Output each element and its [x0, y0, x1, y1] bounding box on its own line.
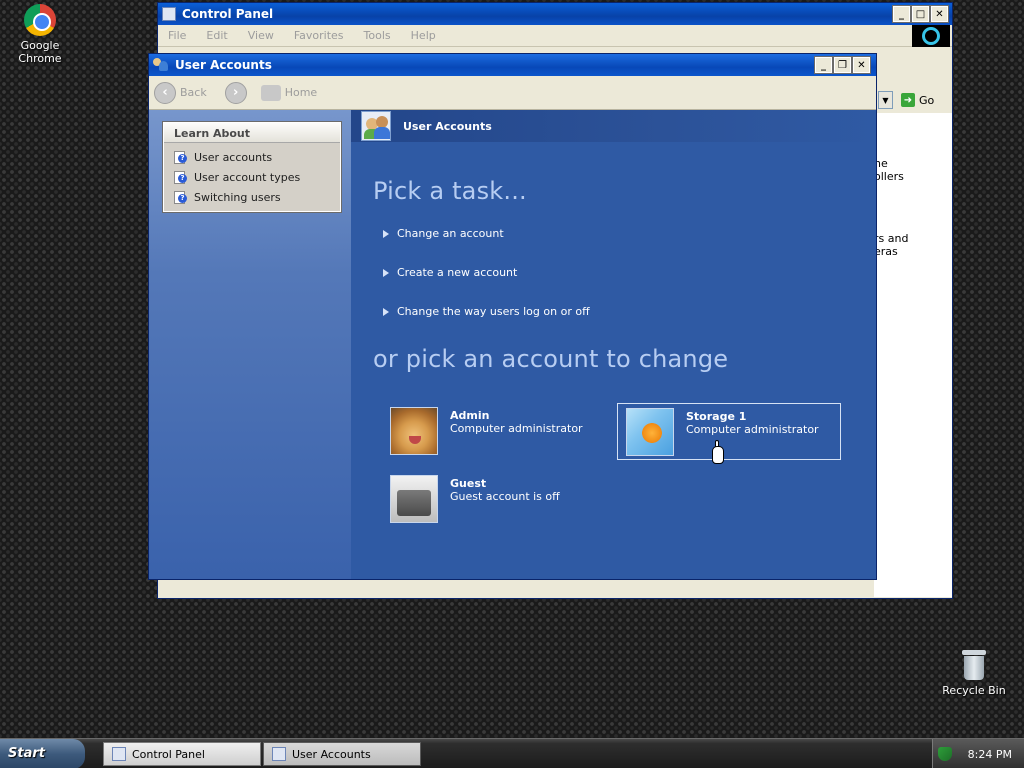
side-panel: Learn About User accounts User account t… [149, 110, 351, 579]
minimize-button[interactable]: _ [814, 56, 833, 74]
start-label: Start [8, 746, 45, 761]
help-topic-icon [174, 150, 187, 164]
category-fragment[interactable]: rs and [874, 232, 908, 245]
back-arrow-icon[interactable]: ‹ [154, 81, 176, 104]
menu-help[interactable]: Help [401, 29, 446, 42]
user-accounts-titlebar[interactable]: User Accounts _ ❐ ✕ [149, 54, 876, 76]
system-tray: 8:24 PM [932, 739, 1024, 768]
minimize-button[interactable]: _ [892, 5, 911, 23]
control-panel-titlebar[interactable]: Control Panel _ □ ✕ [158, 3, 952, 25]
user-accounts-icon [153, 58, 169, 72]
arrow-right-icon [383, 268, 389, 277]
control-panel-content: ne ollers rs and eras [874, 113, 952, 597]
address-dropdown-button[interactable]: ▼ [878, 91, 893, 109]
menu-edit[interactable]: Edit [196, 29, 237, 42]
account-tile-admin[interactable]: Admin Computer administrator [382, 403, 606, 460]
account-role: Computer administrator [686, 423, 819, 436]
desktop-icon-label: Recycle Bin [942, 684, 1006, 697]
go-arrow-icon: ➜ [901, 93, 915, 107]
menu-file[interactable]: File [158, 29, 196, 42]
learn-item-label: Switching users [194, 190, 281, 204]
desktop-icon-google-chrome[interactable]: Google Chrome [0, 4, 80, 65]
task-change-account[interactable]: Change an account [383, 227, 504, 240]
menu-tools[interactable]: Tools [354, 29, 401, 42]
window-title: Control Panel [182, 7, 274, 21]
go-button[interactable]: ➜ Go [901, 93, 934, 107]
main-heading: User Accounts [403, 119, 492, 133]
clock[interactable]: 8:24 PM [968, 748, 1012, 761]
account-picture-briefcase [390, 475, 438, 523]
learn-item-user-account-types[interactable]: User account types [164, 167, 340, 187]
close-button[interactable]: ✕ [930, 5, 949, 23]
window-controls: _ □ ✕ [892, 5, 949, 23]
forward-arrow-icon[interactable]: › [224, 81, 247, 104]
taskbar-button-control-panel[interactable]: Control Panel [103, 742, 261, 766]
learn-item-user-accounts[interactable]: User accounts [164, 147, 340, 167]
menu-view[interactable]: View [238, 29, 284, 42]
account-picture-fish [626, 408, 674, 456]
desktop-icon-label: Google Chrome [18, 39, 62, 65]
window-controls: _ ❐ ✕ [814, 56, 871, 74]
address-bar-controls: ▼ ➜ Go [878, 91, 934, 109]
help-topic-icon [174, 190, 187, 204]
go-label: Go [919, 93, 935, 107]
learn-item-label: User accounts [194, 150, 273, 164]
account-role: Computer administrator [450, 422, 583, 435]
taskbar-button-label: User Accounts [292, 747, 371, 761]
task-label: Change an account [397, 227, 504, 240]
security-shield-icon[interactable] [937, 747, 952, 761]
task-change-logon[interactable]: Change the way users log on or off [383, 305, 590, 318]
control-panel-icon [162, 7, 176, 21]
account-role: Guest account is off [450, 490, 560, 503]
account-name: Storage 1 [686, 410, 747, 423]
arrow-right-icon [383, 229, 389, 238]
main-panel: User Accounts Pick a task... Change an a… [351, 110, 876, 579]
learn-item-switching-users[interactable]: Switching users [164, 187, 340, 207]
recycle-bin-icon [962, 650, 986, 680]
pick-task-title: Pick a task... [373, 177, 527, 205]
learn-about-box: Learn About User accounts User account t… [162, 121, 342, 213]
task-label: Change the way users log on or off [397, 305, 590, 318]
account-tile-guest[interactable]: Guest Guest account is off [382, 471, 606, 528]
user-accounts-window: User Accounts _ ❐ ✕ ‹ Back › Home Learn … [148, 53, 877, 580]
windows-logo [912, 25, 950, 47]
navigation-bar: ‹ Back › Home [149, 76, 876, 110]
maximize-button[interactable]: □ [911, 5, 930, 23]
user-accounts-icon [272, 747, 286, 761]
window-title: User Accounts [175, 58, 272, 72]
taskbar-button-user-accounts[interactable]: User Accounts [263, 742, 421, 766]
restore-button[interactable]: ❐ [833, 56, 852, 74]
menu-bar: File Edit View Favorites Tools Help [158, 25, 952, 47]
taskbar: Start Control Panel User Accounts 8:24 P… [0, 738, 1024, 768]
account-name: Guest [450, 477, 487, 490]
main-heading-bar: User Accounts [351, 110, 876, 142]
home-button-label[interactable]: Home [285, 86, 317, 99]
chrome-icon [24, 4, 56, 36]
category-fragment[interactable]: eras [874, 245, 898, 258]
desktop-icon-recycle-bin[interactable]: Recycle Bin [934, 650, 1014, 697]
account-name: Admin [450, 409, 490, 422]
learn-item-label: User account types [194, 170, 301, 184]
pick-account-title: or pick an account to change [373, 345, 729, 373]
close-button[interactable]: ✕ [852, 56, 871, 74]
user-accounts-body: Learn About User accounts User account t… [149, 110, 876, 579]
taskbar-button-label: Control Panel [132, 747, 205, 761]
start-button[interactable]: Start [0, 738, 85, 768]
account-picture-dog [390, 407, 438, 455]
learn-about-heading: Learn About [164, 123, 340, 143]
control-panel-icon [112, 747, 126, 761]
user-accounts-icon [361, 111, 391, 141]
account-tile-storage-1[interactable]: Storage 1 Computer administrator [617, 403, 841, 460]
task-label: Create a new account [397, 266, 518, 279]
menu-favorites[interactable]: Favorites [284, 29, 354, 42]
category-fragment[interactable]: ollers [874, 170, 904, 183]
home-icon[interactable] [260, 84, 281, 101]
arrow-right-icon [383, 307, 389, 316]
task-create-account[interactable]: Create a new account [383, 266, 517, 279]
back-button-label[interactable]: Back [180, 86, 207, 99]
windows-logo-icon [922, 27, 940, 45]
help-topic-icon [174, 170, 187, 184]
